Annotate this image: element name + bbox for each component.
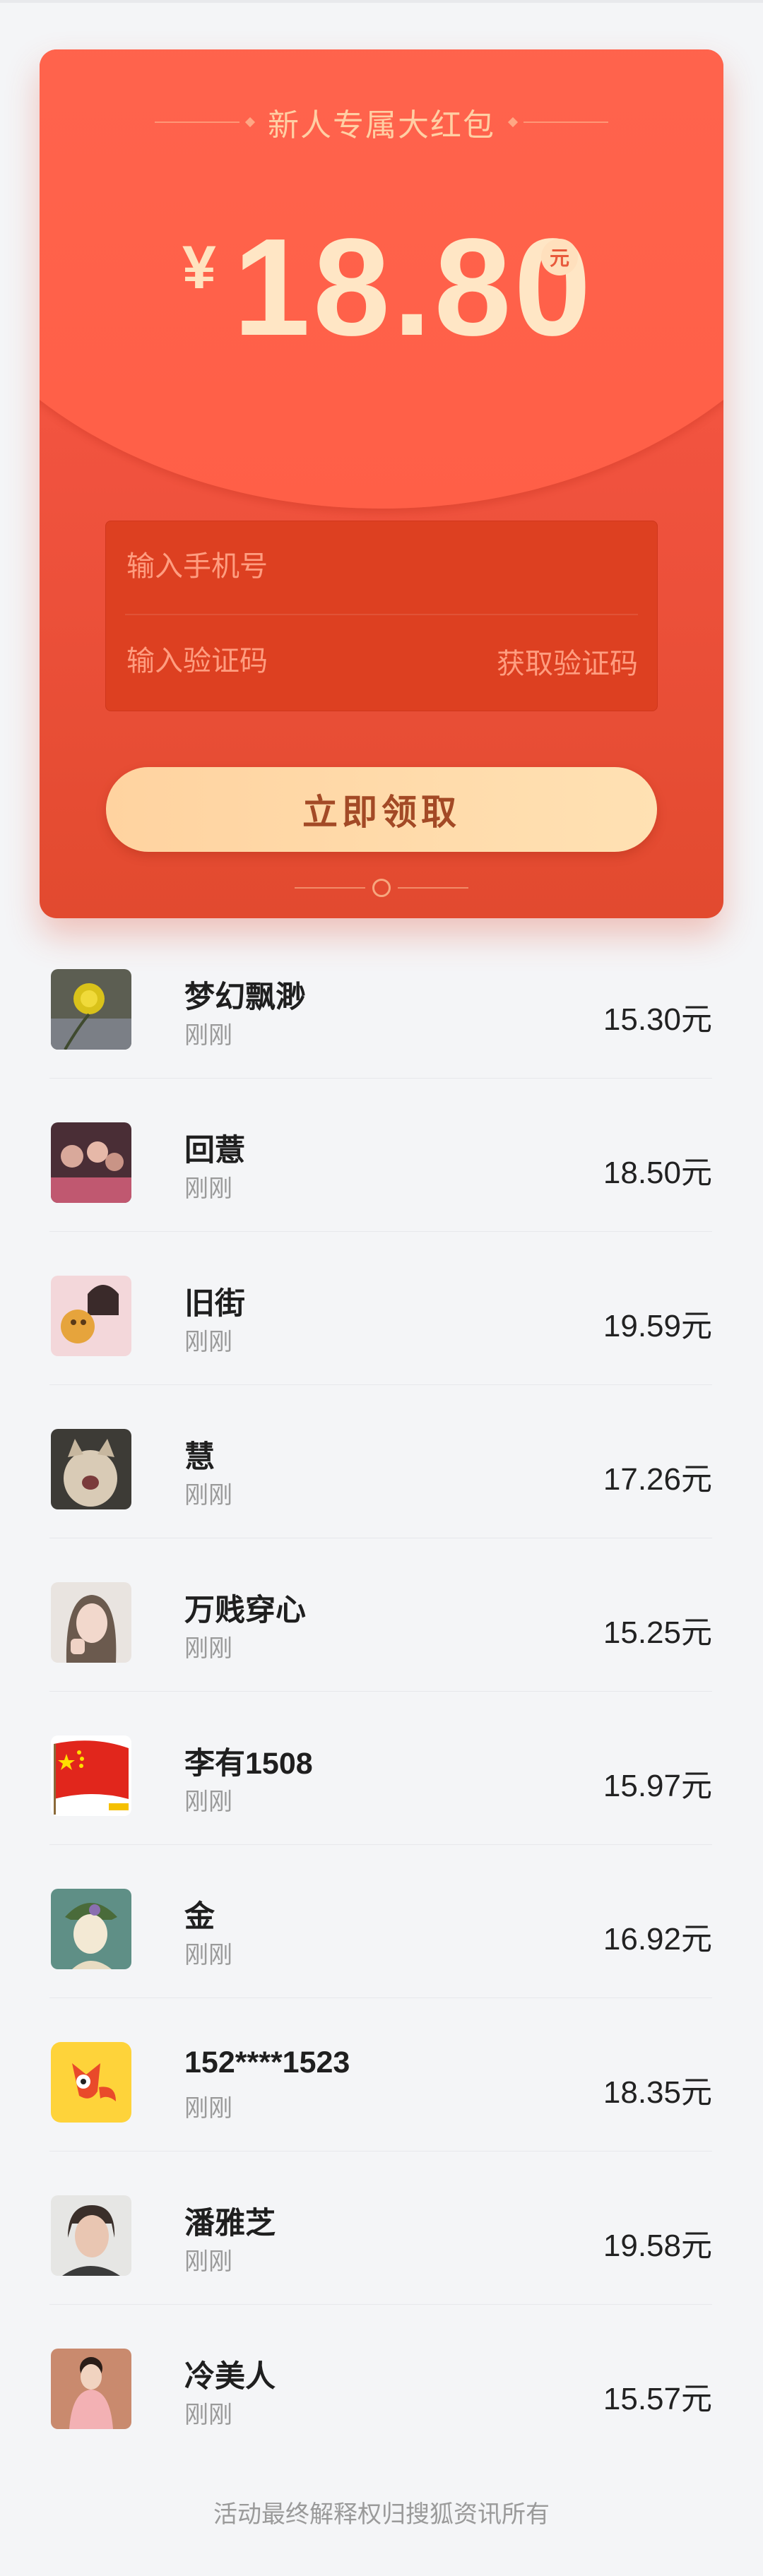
claim-amount: 18.50元 — [603, 1156, 712, 1190]
banner-left-line — [155, 121, 239, 123]
claim-time: 刚刚 — [184, 1482, 232, 1509]
claim-time: 刚刚 — [184, 1635, 232, 1662]
claim-time: 刚刚 — [184, 1022, 232, 1049]
claim-amount: 16.92元 — [603, 1922, 712, 1957]
claim-time: 刚刚 — [184, 1329, 232, 1355]
user-name: 万贱穿心 — [184, 1593, 306, 1627]
ornament-line — [295, 887, 365, 889]
list-item: 潘雅芝 刚刚 19.58元 — [49, 2151, 712, 2305]
user-name: 旧街 — [184, 1287, 245, 1321]
claim-amount: 18.35元 — [603, 2075, 712, 2110]
phone-field-row — [125, 521, 638, 612]
user-name: 冷美人 — [184, 2360, 276, 2394]
fox-logo-avatar — [51, 2042, 131, 2123]
get-code-button[interactable]: 获取验证码 — [497, 615, 638, 707]
unit-badge: 元 — [541, 239, 578, 275]
user-name: 慧 — [184, 1440, 215, 1474]
diamond-ornament-icon — [507, 117, 519, 128]
claim-amount: 17.26元 — [603, 1462, 712, 1497]
china-flag-avatar — [51, 1735, 131, 1816]
diamond-ornament-icon — [244, 117, 256, 128]
claim-amount: 19.59元 — [603, 1309, 712, 1343]
bottom-ornament — [40, 877, 723, 898]
verification-code-input[interactable] — [125, 644, 453, 678]
claim-amount: 15.57元 — [603, 2382, 712, 2416]
list-item: 慧 刚刚 17.26元 — [49, 1385, 712, 1538]
list-item: 金 刚刚 16.92元 — [49, 1845, 712, 1998]
list-item: 梦幻飘渺 刚刚 15.30元 — [49, 925, 712, 1079]
claim-time: 刚刚 — [184, 1788, 232, 1815]
phone-input[interactable] — [125, 550, 453, 583]
claim-amount: 19.58元 — [603, 2228, 712, 2263]
amount-value: 18.80 — [233, 210, 594, 364]
code-field-row: 获取验证码 — [125, 615, 638, 707]
banner-right-line — [524, 121, 608, 123]
user-name: 潘雅芝 — [184, 2207, 276, 2240]
group-photo-avatar — [51, 1122, 131, 1203]
cat-avatar — [51, 1429, 131, 1509]
claim-button[interactable]: 立即领取 — [106, 767, 657, 852]
claim-amount: 15.30元 — [603, 1002, 712, 1037]
user-name: 李有1508 — [184, 1747, 313, 1781]
claim-time: 刚刚 — [184, 1942, 232, 1969]
top-divider — [0, 0, 763, 3]
claim-time: 刚刚 — [184, 2402, 232, 2428]
list-item: 回薏 刚刚 18.50元 — [49, 1079, 712, 1232]
user-name: 回薏 — [184, 1134, 245, 1168]
girl-with-bear-avatar — [51, 1276, 131, 1356]
user-name: 梦幻飘渺 — [184, 980, 306, 1014]
list-item: 万贱穿心 刚刚 15.25元 — [49, 1538, 712, 1692]
user-name: 152****1523 — [184, 2046, 350, 2079]
claim-time: 刚刚 — [184, 1175, 232, 1202]
currency-symbol: ¥ — [182, 234, 216, 302]
list-item: 冷美人 刚刚 15.57元 — [49, 2305, 712, 2457]
girl-portrait-avatar — [51, 1582, 131, 1663]
ornament-line — [398, 887, 468, 889]
list-item: 李有1508 刚刚 15.97元 — [49, 1692, 712, 1845]
banner-title: 新人专属大红包 — [40, 105, 723, 143]
ornament-knot-icon — [372, 879, 391, 897]
list-item: 152****1523 刚刚 18.35元 — [49, 1998, 712, 2151]
list-item: 旧街 刚刚 19.59元 — [49, 1232, 712, 1385]
claim-time: 刚刚 — [184, 2248, 232, 2275]
prize-amount: ¥ 18.80 元 — [40, 210, 723, 417]
claim-amount: 15.97元 — [603, 1769, 712, 1803]
claim-form: 获取验证码 — [105, 521, 658, 711]
footer-disclaimer: 活动最终解释权归搜狐资讯所有 — [213, 2501, 550, 2528]
woman-portrait-avatar — [51, 2195, 131, 2276]
woman-pink-dress-avatar — [51, 2349, 131, 2429]
claim-amount: 15.25元 — [603, 1615, 712, 1650]
anime-boy-avatar — [51, 1889, 131, 1969]
banner-title-text: 新人专属大红包 — [268, 108, 495, 143]
user-name: 金 — [184, 1900, 215, 1934]
claim-time: 刚刚 — [184, 2095, 232, 2122]
red-packet-card: 新人专属大红包 ¥ 18.80 元 获取验证码 立即领取 — [40, 49, 723, 918]
dandelion-avatar — [51, 969, 131, 1050]
winner-list: 梦幻飘渺 刚刚 15.30元 回薏 刚刚 18.50元 旧街 刚刚 19.59元… — [49, 925, 712, 2457]
